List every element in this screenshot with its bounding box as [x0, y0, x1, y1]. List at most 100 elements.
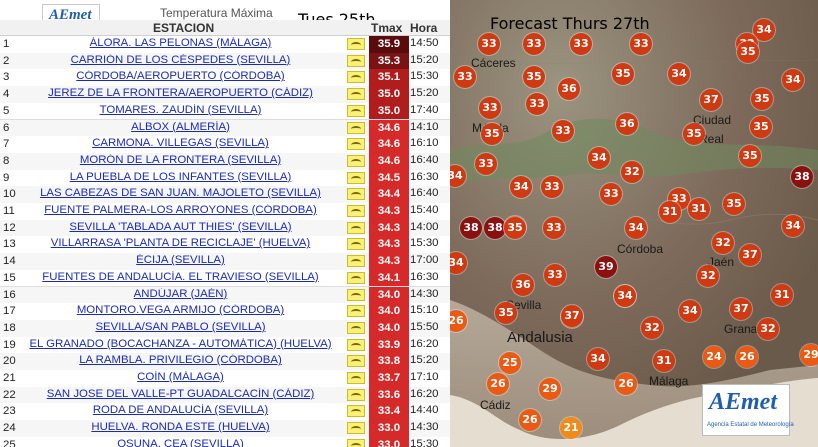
graph-icon[interactable] [347, 171, 365, 184]
station-link[interactable]: CARMONA. VILLEGAS (SEVILLA) [16, 137, 345, 149]
graph-icon[interactable] [347, 288, 365, 301]
station-link[interactable]: MONTORO.VEGA ARMIJO (CÓRDOBA) [16, 304, 345, 316]
tmax-cell: 34.3 [369, 203, 409, 220]
row-index: 2 [3, 54, 10, 67]
row-index: 19 [3, 338, 16, 351]
row-index: 11 [3, 205, 15, 217]
station-link[interactable]: SEVILLA/SAN PABLO (SEVILLA) [16, 321, 345, 333]
station-link[interactable]: HUELVA. RONDA ESTE (HUELVA) [16, 421, 345, 433]
hour-cell: 15:40 [410, 204, 439, 216]
forecast-temperature-marker: 35 [612, 63, 634, 85]
graph-icon[interactable] [347, 104, 365, 117]
station-link[interactable]: ANDÚJAR (JAÉN) [16, 288, 345, 300]
graph-icon[interactable] [347, 422, 365, 435]
graph-icon[interactable] [347, 205, 365, 217]
graph-icon[interactable] [347, 388, 365, 401]
station-link[interactable]: LA RAMBLA. PRIVILEGIO (CÓRDOBA) [16, 354, 345, 366]
station-link[interactable]: VILLARRASA 'PLANTA DE RECICLAJE' (HUELVA… [16, 237, 345, 249]
hour-cell: 14:30 [410, 421, 439, 434]
city-label-granada: Grana [724, 322, 758, 336]
table-row: 21 COÍN (MÁLAGA) 33.7 17:10 [0, 370, 450, 388]
station-link[interactable]: OSUNA. CEA (SEVILLA) [16, 438, 345, 447]
tmax-cell: 34.3 [369, 253, 409, 270]
graph-icon[interactable] [347, 121, 365, 134]
graph-icon[interactable] [347, 321, 365, 334]
station-link[interactable]: SAN JOSE DEL VALLE-PT GUADALCACÍN (CÁDIZ… [16, 388, 345, 400]
tmax-cell: 35.9 [369, 36, 409, 53]
row-index: 5 [3, 104, 10, 117]
graph-icon[interactable] [347, 54, 365, 67]
station-link[interactable]: ÉCIJA (SEVILLA) [16, 254, 345, 266]
tmax-cell: 35.0 [369, 86, 409, 103]
forecast-temperature-marker: 33 [600, 183, 622, 205]
graph-icon[interactable] [347, 271, 365, 284]
graph-icon[interactable] [347, 355, 365, 368]
tmax-cell: 34.5 [369, 169, 409, 187]
graph-icon[interactable] [347, 338, 365, 351]
station-link[interactable]: CÓRDOBA/AEROPUERTO (CÓRDOBA) [16, 70, 345, 82]
city-label-caceres: Cáceres [471, 56, 516, 70]
tmax-cell: 33.9 [369, 336, 409, 354]
station-link[interactable]: ÁLORA. LAS PELONAS (MÁLAGA) [16, 37, 345, 49]
table-row: 1 ÁLORA. LAS PELONAS (MÁLAGA) 35.9 14:50 [0, 36, 450, 54]
graph-icon[interactable] [347, 438, 365, 447]
station-link[interactable]: LA PUEBLA DE LOS INFANTES (SEVILLA) [16, 171, 345, 183]
table-row: 7 CARMONA. VILLEGAS (SEVILLA) 34.6 16:10 [0, 136, 450, 154]
forecast-temperature-marker: 34 [510, 176, 532, 198]
station-link[interactable]: SEVILLA 'TABLADA AUT THIES' (SEVILLA) [16, 221, 345, 233]
forecast-temperature-marker: 33 [544, 264, 566, 286]
forecast-temperature-marker: 26 [487, 373, 509, 395]
max-temperature-table-panel: AEmet Temperatura Máxima Tues 25th ESTAC… [0, 0, 450, 447]
graph-icon[interactable] [347, 154, 365, 167]
table-row: 18 SEVILLA/SAN PABLO (SEVILLA) 34.0 15:50 [0, 319, 450, 338]
graph-icon[interactable] [347, 305, 365, 318]
forecast-temperature-marker: 38 [484, 217, 506, 239]
table-row: 15 FUENTES DE ANDALUCÍA. EL TRAVIESO (SEV… [0, 269, 450, 288]
hour-cell: 15:50 [410, 320, 439, 333]
graph-icon[interactable] [347, 38, 365, 50]
row-index: 7 [3, 138, 10, 151]
row-index: 4 [3, 88, 10, 101]
forecast-temperature-marker: 33 [478, 33, 500, 55]
table-row: 4 JEREZ DE LA FRONTERA/AEROPUERTO (CÁDIZ)… [0, 86, 450, 104]
station-link[interactable]: FUENTES DE ANDALUCÍA. EL TRAVIESO (SEVIL… [16, 271, 345, 283]
tmax-cell: 34.4 [369, 186, 409, 203]
forecast-temperature-marker: 34 [668, 63, 690, 85]
graph-icon[interactable] [347, 138, 365, 151]
graph-icon[interactable] [347, 221, 365, 234]
graph-icon[interactable] [347, 238, 365, 251]
forecast-temperature-marker: 34 [588, 147, 610, 169]
tmax-cell: 33.6 [369, 386, 409, 404]
forecast-temperature-marker: 32 [712, 232, 734, 254]
station-link[interactable]: EL GRANADO (BOCACHANZA - AUTOMÁTICA) (HU… [16, 338, 345, 350]
forecast-temperature-marker: 35 [504, 217, 526, 239]
forecast-temperature-marker: 35 [737, 41, 759, 63]
graph-icon[interactable] [347, 188, 365, 201]
station-link[interactable]: JEREZ DE LA FRONTERA/AEROPUERTO (CÁDIZ) [16, 87, 345, 99]
station-link[interactable]: COÍN (MÁLAGA) [16, 371, 345, 383]
station-link[interactable]: FUENTE PALMERA-LOS ARROYONES (CÓRDOBA) [16, 204, 345, 216]
station-link[interactable]: TOMARES. ZAUDÍN (SEVILLA) [16, 104, 345, 116]
station-link[interactable]: RODA DE ANDALUCÍA (SEVILLA) [16, 404, 345, 416]
forecast-temperature-marker: 33 [479, 97, 501, 119]
station-link[interactable]: CARRIÓN DE LOS CÉSPEDES (SEVILLA) [16, 54, 345, 66]
forecast-temperature-marker: 33 [454, 66, 476, 88]
station-link[interactable]: ALBOX (ALMERÍA) [16, 121, 345, 133]
forecast-temperature-marker: 35 [723, 193, 745, 215]
hour-cell: 16:10 [410, 137, 439, 150]
graph-icon[interactable] [347, 372, 365, 384]
tmax-cell: 35.1 [369, 69, 409, 87]
graph-icon[interactable] [347, 71, 365, 84]
graph-icon[interactable] [347, 255, 365, 268]
row-index: 20 [3, 355, 16, 368]
row-index: 22 [3, 388, 16, 401]
graph-icon[interactable] [347, 88, 365, 101]
station-link[interactable]: MORÓN DE LA FRONTERA (SEVILLA) [16, 154, 345, 166]
graph-icon[interactable] [347, 405, 365, 418]
forecast-temperature-marker: 38 [791, 166, 813, 188]
hour-cell: 16:30 [410, 270, 439, 283]
station-link[interactable]: LAS CABEZAS DE SAN JUAN. MAJOLETO (SEVIL… [16, 187, 345, 199]
forecast-temperature-marker: 24 [703, 346, 725, 368]
hour-cell: 14:10 [410, 120, 439, 133]
forecast-temperature-marker: 37 [561, 305, 583, 327]
